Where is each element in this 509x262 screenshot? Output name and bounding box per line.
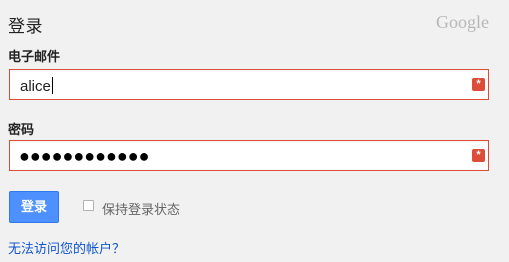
page-title: 登录 [8, 17, 43, 36]
password-label: 密码 [8, 122, 35, 137]
remember-checkbox[interactable] [83, 200, 94, 211]
asterisk-icon: * [472, 149, 485, 162]
email-label: 电子邮件 [8, 49, 61, 64]
email-input-text: alice [20, 77, 53, 95]
signin-header: 登录 Google [8, 11, 489, 37]
password-field[interactable]: ●●●●●●●●●●●● * [9, 140, 489, 171]
google-logo: Google [436, 12, 489, 32]
password-value: ●●●●●●●●●●●● [19, 146, 150, 166]
remember-label[interactable]: 保持登录状态 [102, 199, 180, 218]
signin-page: 登录 Google 电子邮件 alice * 密码 ●●●●●●●●●●●● *… [0, 0, 509, 262]
email-field[interactable]: alice * [9, 69, 489, 100]
account-help-link[interactable]: 无法访问您的帐户？ [8, 238, 125, 257]
text-caret [51, 77, 53, 94]
signin-button[interactable]: 登录 [9, 191, 59, 223]
asterisk-icon: * [472, 78, 485, 91]
email-value: alice [20, 78, 51, 95]
